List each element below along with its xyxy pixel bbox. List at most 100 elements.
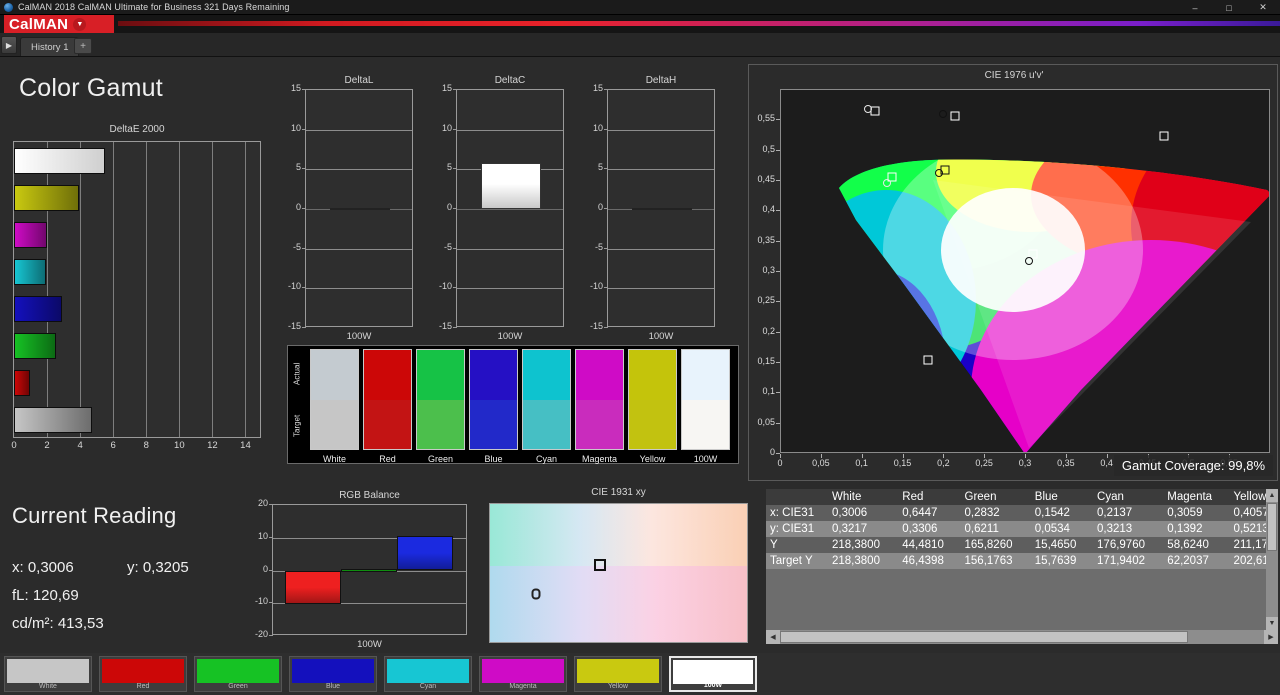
patch-color [292,659,374,683]
patch-swatch-magenta[interactable]: Magenta [479,656,567,692]
patch-swatch-yellow[interactable]: Yellow [574,656,662,692]
table-column-header[interactable]: Red [898,489,961,505]
swatch-actual [417,350,464,400]
calman-logo-menu[interactable]: CalMAN ▼ [4,15,114,33]
cie-y-tick-label: 0,55 [757,113,775,124]
patch-swatch-100w[interactable]: 100W [669,656,757,692]
swatch-column[interactable] [310,349,359,450]
deltae-bar [14,258,46,285]
cie-1976-title: CIE 1976 u'v' [984,70,1044,81]
delta-chart-title: DeltaC [494,75,526,86]
swatch-actual [311,350,358,400]
delta-gridline [457,129,563,131]
table-row[interactable]: Target Y 218,3800 46,4398 156,1763 15,7639 17… [766,553,1278,569]
scroll-right-icon[interactable]: ▶ [1264,630,1278,644]
minimize-button[interactable]: – [1178,0,1212,15]
table-row[interactable]: Y 218,3800 44,4810 165,8260 15,4650 176,9760 5… [766,537,1278,553]
delta-gridline [608,129,714,131]
add-tab-button[interactable]: + [74,38,92,54]
swatch-target [682,399,729,449]
swatch-column[interactable] [469,349,518,450]
swatch-label: Red [379,454,396,464]
cie-x-tick [780,454,781,458]
target-label: Target [292,414,302,438]
swatch-column[interactable] [416,349,465,450]
delta-y-tick [302,247,306,249]
swatch-actual [576,350,623,400]
measurement-data-table[interactable]: WhiteRedGreenBlueCyanMagentaYellow10 x: … [766,489,1278,644]
table-horizontal-scrollbar[interactable]: ◀ ▶ [766,630,1278,644]
table-column-header[interactable]: Cyan [1093,489,1164,505]
close-button[interactable]: ✕ [1246,0,1280,15]
delta-y-tick-label: -15 [287,321,301,331]
deltae-bar [14,407,92,434]
table-column-header[interactable]: Magenta [1163,489,1230,505]
cie-1931-plot[interactable] [489,503,748,643]
table-column-header[interactable]: White [828,489,899,505]
scroll-down-icon[interactable]: ▼ [1266,617,1278,630]
tab-scroll-icon[interactable]: ▶ [1,36,17,54]
patch-swatch-cyan[interactable]: Cyan [384,656,472,692]
table-column-header[interactable]: Green [960,489,1031,505]
delta-y-tick-label: 0 [597,202,603,212]
patch-swatch-red[interactable]: Red [99,656,187,692]
data-table-head: WhiteRedGreenBlueCyanMagentaYellow10 [766,489,1278,505]
deltae-gridline [245,142,247,437]
swatch-actual [629,350,676,400]
delta-y-tick [604,208,608,209]
chevron-down-icon[interactable]: ▼ [73,17,87,31]
table-row[interactable]: y: CIE31 0,3217 0,3306 0,6211 0,0534 0,3213 0,… [766,521,1278,537]
rgb-y-tick [269,602,273,604]
swatch-column[interactable] [628,349,677,450]
swatch-target [364,399,411,449]
cie-x-tick [861,454,863,458]
table-row-label: y: CIE31 [766,521,828,537]
rgb-balance-title: RGB Balance [339,490,400,501]
swatch-column[interactable] [681,349,730,450]
swatch-column[interactable] [363,349,412,450]
window-controls: – □ ✕ [1178,0,1280,15]
rgb-y-tick-label: 10 [257,530,268,541]
table-corner-header[interactable] [766,489,828,505]
scroll-left-icon[interactable]: ◀ [766,630,780,644]
cie-y-tick [776,119,780,121]
vertical-scroll-thumb[interactable] [1267,503,1277,551]
patch-swatch-blue[interactable]: Blue [289,656,377,692]
cie-y-tick [776,210,780,212]
swatch-column[interactable] [575,349,624,450]
rgb-balance-xlabel: 100W [357,639,382,650]
delta-y-tick [453,168,457,170]
patch-selector-bar: WhiteRedGreenBlueCyanMagentaYellow100W ■… [0,653,1280,695]
delta-chart-xlabel: 100W [346,331,372,342]
cie-marker-yellow-target [950,111,960,121]
patch-label: 100W [703,682,723,689]
current-reading-cdm2: cd/m²: 413,53 [12,615,104,632]
horizontal-scroll-thumb[interactable] [780,631,1188,643]
table-column-header[interactable]: Blue [1030,489,1094,505]
deltae-bar [14,296,63,323]
delta-gridline [306,169,412,171]
patch-swatch-white[interactable]: White [4,656,92,692]
cie-x-tick [1025,454,1026,458]
patch-color [577,659,659,683]
swatch-column[interactable] [522,349,571,450]
cie-y-tick [776,392,780,394]
cie-x-tick-label: 0,1 [855,458,868,468]
patch-swatch-green[interactable]: Green [194,656,282,692]
cie-marker-white-actual [935,168,944,177]
actual-vs-target-swatch-panel: Actual Target White Red Green Blue Cyan Magen… [287,345,739,464]
table-row-label: Y [766,537,828,553]
patch-label: Cyan [419,683,437,690]
patch-color [673,660,753,684]
patch-label: Red [136,683,150,690]
table-cell: 46,4398 [902,555,944,567]
deltae-x-axis: 0 2 4 6 8 10 12 14 [0,440,272,456]
window-title-bar: CalMAN 2018 CalMAN Ultimate for Business… [0,0,1280,15]
table-row[interactable]: x: CIE31 0,3006 0,6447 0,2832 0,1542 0,2137 0,… [766,505,1278,521]
deltae-x-tick-label: 10 [174,440,185,451]
maximize-button[interactable]: □ [1212,0,1246,15]
cie-1976-plot[interactable] [780,89,1270,453]
scroll-up-icon[interactable]: ▲ [1266,489,1278,502]
tab-history-1[interactable]: History 1 [20,37,80,56]
table-vertical-scrollbar[interactable]: ▲ ▼ [1266,489,1278,630]
